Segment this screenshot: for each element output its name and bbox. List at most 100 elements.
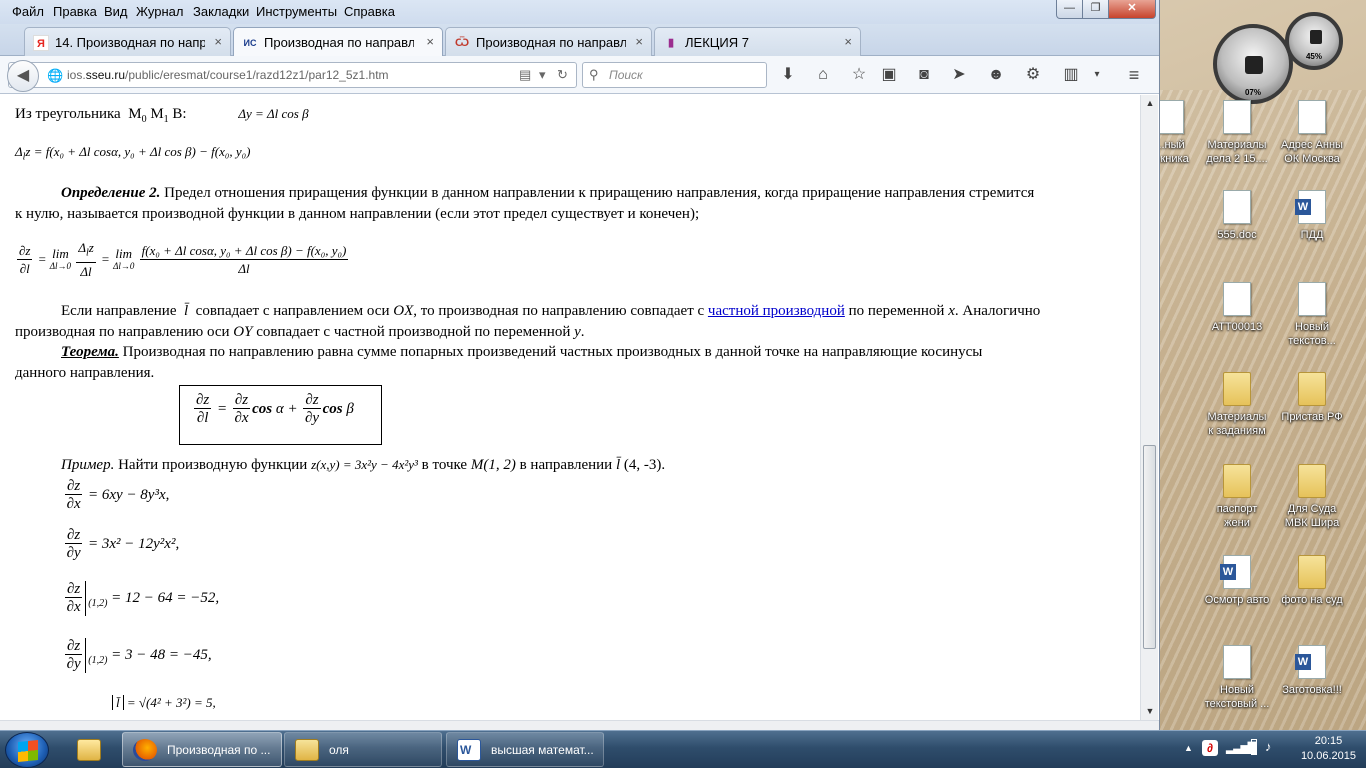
scroll-up-arrow-icon[interactable]: ▲ [1141, 95, 1159, 112]
tab-label: Производная по направл... [264, 35, 414, 50]
horizontal-scrollbar[interactable] [0, 720, 1159, 730]
vertical-scrollbar[interactable]: ▲ ▼ [1140, 95, 1158, 720]
search-input[interactable] [609, 68, 759, 82]
menu-edit[interactable]: Правка [53, 4, 97, 19]
bookmark-star-icon[interactable]: ☆ [846, 62, 872, 88]
menu-tools[interactable]: Инструменты [256, 4, 337, 19]
tab-close-icon[interactable]: × [426, 34, 434, 49]
tab-3[interactable]: Ѿ Производная по направл... × [445, 27, 652, 56]
clock-time: 20:15 [1314, 735, 1343, 747]
partial-x-at-point: ∂z ∂x (1,2) = 12 − 64 = −52, [65, 581, 220, 616]
taskbar-item-label: высшая математ... [491, 743, 594, 757]
back-button[interactable]: ◀ [7, 60, 39, 92]
search-icon: ⚲ [589, 67, 599, 82]
desktop-icon-materialy-dela[interactable]: Материалы дела 2 15.... [1197, 100, 1277, 166]
desktop-icon-att00013[interactable]: АТТ00013 [1197, 282, 1277, 334]
tab-label: Производная по направл... [476, 35, 626, 50]
partial-y-equation: ∂z ∂y = 3x² − 12y²x², [65, 527, 180, 561]
scroll-thumb[interactable] [1143, 445, 1156, 649]
downloads-icon[interactable]: ⬇ [775, 62, 801, 88]
show-hidden-icons-arrow[interactable]: ▲ [1184, 743, 1193, 753]
tab-label: 14. Производная по напр... [55, 35, 205, 50]
folder-icon [1298, 372, 1326, 406]
menu-view[interactable]: Вид [104, 4, 128, 19]
battery-icon[interactable] [1251, 739, 1257, 755]
minimize-button[interactable]: — [1056, 0, 1083, 19]
desktop-icon-osmotr-avto[interactable]: Осмотр авто [1197, 555, 1277, 607]
page-content: Из треугольника M0 M1 B: Δy = Δl cos β Δ… [0, 95, 1140, 720]
send-icon[interactable]: ➤ [946, 62, 972, 88]
bookmarks-list-icon[interactable]: ▣ [876, 62, 902, 88]
desktop-icon-foto-na-sud[interactable]: фото на суд [1272, 555, 1352, 607]
desktop-icon-dlya-suda[interactable]: Для Суда МВК Шира [1272, 464, 1352, 530]
partial-x-equation: ∂z ∂x = 6xy − 8y³x, [65, 478, 170, 512]
yandex-favicon-icon: Я [33, 35, 49, 51]
desktop-icon-zagotovka[interactable]: Заготовка!!! [1272, 645, 1352, 697]
menu-bookmarks[interactable]: Закладки [193, 4, 249, 19]
menu-help[interactable]: Справка [344, 4, 395, 19]
url-domain: sseu.ru [85, 68, 126, 82]
limit-label-2: lim [115, 246, 133, 262]
desktop-icon-pristav-rf[interactable]: Пристав РФ [1272, 372, 1352, 424]
sync-icon[interactable]: ⚙ [1020, 62, 1046, 88]
url-text[interactable]: ios.sseu.ru/public/eresmat/course1/razd1… [67, 68, 389, 82]
partial-x-value: = 12 − 64 = −52, [111, 589, 220, 606]
reader-view-icon[interactable]: ▤ [519, 67, 531, 83]
folder-icon [1298, 464, 1326, 498]
desktop-icon-novyi-tekstovyi-2[interactable]: Новый текстовый ... [1197, 645, 1277, 711]
taskbar-item-label: оля [329, 743, 349, 757]
tab-close-icon[interactable]: × [214, 34, 222, 49]
desktop-icon-novyi-tekstovyi[interactable]: Новый текстов... [1272, 282, 1352, 348]
partial-derivative-link[interactable]: частной производной [708, 303, 845, 319]
desktop-icon-555-doc[interactable]: 555.doc [1197, 190, 1277, 242]
pocket-icon[interactable]: ◙ [911, 62, 937, 88]
taskbar-item-firefox[interactable]: Производная по ... [122, 732, 282, 767]
definition-2-line2: к нулю, называется производной функции в… [15, 206, 700, 222]
more-tools-dropdown-icon[interactable]: ▾ [1084, 62, 1110, 88]
menu-file[interactable]: Файл [12, 4, 44, 19]
clock[interactable]: 20:15 10.06.2015 [1301, 734, 1356, 764]
taskbar-item-folder[interactable]: оля [284, 732, 442, 767]
ram-gauge: 45% [1285, 12, 1343, 70]
desktop-icon-pdd[interactable]: ПДД [1272, 190, 1352, 242]
para1-text-a: Если направление [61, 303, 177, 319]
menu-history[interactable]: Журнал [136, 4, 183, 19]
cpu-gauge: 07% [1213, 24, 1293, 104]
big-fraction-numerator: f(x₀ + Δl cosα, y₀ + Δl cos β) − f(x₀, y… [139, 242, 349, 260]
volume-icon[interactable]: ♪ [1265, 739, 1272, 754]
tab-2-active[interactable]: ИС Производная по направл... × [233, 27, 443, 57]
desktop-icon-label: 555.doc [1217, 229, 1257, 241]
hamburger-menu-icon[interactable]: ≡ [1121, 62, 1147, 88]
home-icon[interactable]: ⌂ [810, 62, 836, 88]
clipboard-icon[interactable]: ▥ [1058, 62, 1084, 88]
acrobat-tray-icon[interactable]: ∂ [1202, 740, 1218, 756]
tab-close-icon[interactable]: × [635, 34, 643, 49]
document-icon [1223, 190, 1251, 224]
cpu-meter-gadget[interactable]: 07% 45% [1213, 12, 1353, 107]
chat-icon[interactable]: ☻ [983, 62, 1009, 88]
eval-point-subscript-2: (1,2) [88, 654, 108, 666]
close-button[interactable]: ✕ [1108, 0, 1156, 19]
taskbar-item-word[interactable]: W высшая математ... [446, 732, 604, 767]
search-box[interactable]: ⚲ [582, 62, 767, 88]
maximize-button[interactable]: ❐ [1082, 0, 1109, 19]
word-document-icon [1295, 645, 1326, 679]
document-icon [1223, 100, 1251, 134]
desktop-icon-materialy-k-zadaniyam[interactable]: Материалы к заданиям [1197, 372, 1277, 438]
tab-1[interactable]: Я 14. Производная по напр... × [24, 27, 231, 56]
address-bar[interactable]: ◀ 🌐 ios.sseu.ru/public/eresmat/course1/r… [7, 60, 577, 92]
desktop-icon-pasport-zheni[interactable]: паспорт жени [1197, 464, 1277, 530]
scroll-down-arrow-icon[interactable]: ▼ [1141, 703, 1159, 720]
tab-close-icon[interactable]: × [844, 34, 852, 49]
dropdown-arrow-icon[interactable]: ▾ [539, 67, 546, 83]
tab-4[interactable]: ▮ ЛЕКЦИЯ 7 × [654, 27, 861, 56]
desktop-icon-adres-anny[interactable]: Адрес Анны ОК Москва [1272, 100, 1352, 166]
limit-subscript-2: Δl→0 [113, 261, 135, 272]
taskbar-pinned-mail[interactable] [64, 732, 114, 767]
definition-2-title: Определение 2. [61, 185, 161, 201]
reload-icon[interactable]: ↻ [557, 67, 568, 83]
taskbar-item-label: Производная по ... [167, 743, 271, 757]
delta-l-z-rhs: f(x₀ + Δl cosα, y₀ + Δl cos β) − f(x₀, y… [45, 144, 251, 159]
start-button[interactable] [5, 732, 49, 768]
triangle-text: Из треугольника [15, 106, 121, 122]
